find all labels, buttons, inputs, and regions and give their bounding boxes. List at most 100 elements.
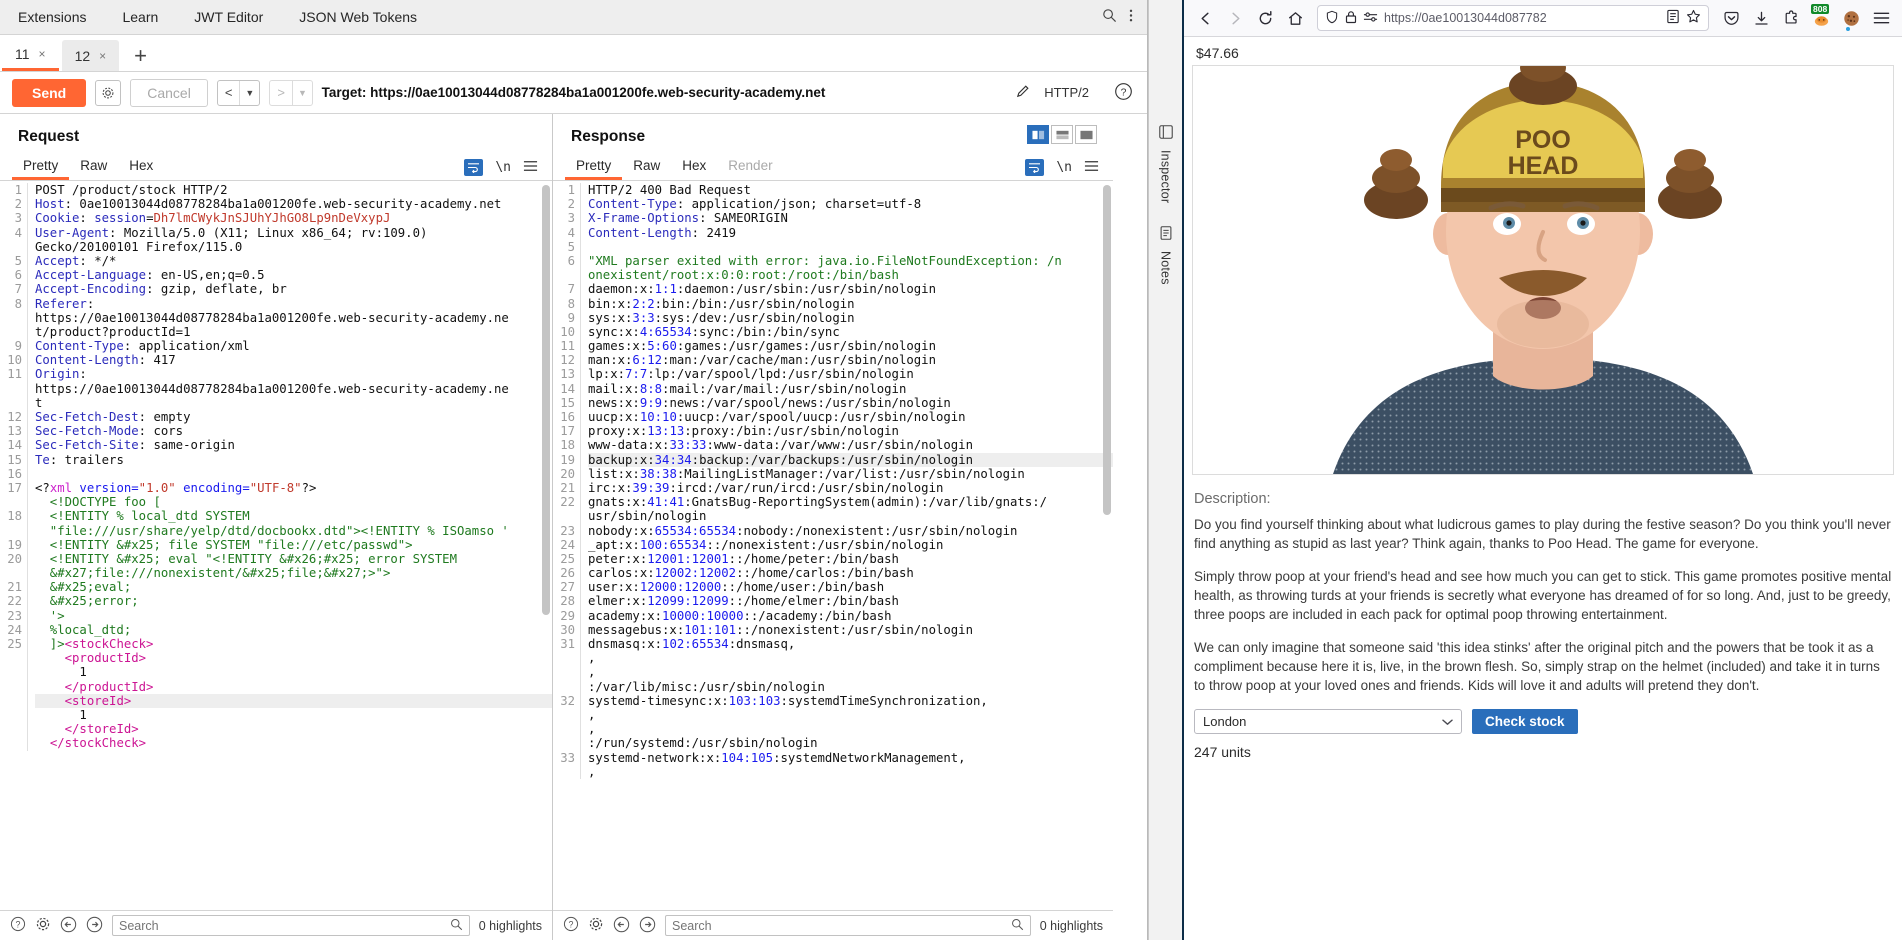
request-code-line[interactable]: 1	[35, 665, 552, 679]
response-code-line[interactable]: man:x:6:12:man:/var/cache/man:/usr/sbin/…	[588, 353, 1113, 367]
request-code-line[interactable]: <!ENTITY &#x25; file SYSTEM "file:///etc…	[35, 538, 552, 552]
response-scrollbar-thumb[interactable]	[1103, 185, 1111, 515]
menu-item-extensions[interactable]: Extensions	[0, 0, 104, 35]
response-code-line[interactable]: user:x:12000:12000::/home/user:/bin/bash	[588, 580, 1113, 594]
response-code-line[interactable]: ,	[588, 765, 1113, 779]
request-code-line[interactable]: &#x27;file:///nonexistent/&#x25;file;&#x…	[35, 566, 552, 580]
hamburger-menu-icon[interactable]	[1868, 5, 1894, 31]
request-code-line[interactable]: Host: 0ae10013044d08778284ba1a001200fe.w…	[35, 197, 552, 211]
request-code-line[interactable]: Cookie: session=Dh7lmCWykJnSJUhYJhGO8Lp9…	[35, 211, 552, 225]
response-code-line[interactable]: dnsmasq:x:102:65534:dnsmasq,	[588, 637, 1113, 651]
tab-request-pretty[interactable]: Pretty	[12, 154, 70, 180]
response-code-line[interactable]	[588, 240, 1113, 254]
lock-icon[interactable]	[1345, 10, 1357, 27]
response-code-line[interactable]: irc:x:39:39:ircd:/var/run/ircd:/usr/sbin…	[588, 481, 1113, 495]
request-code-line[interactable]: %local_dtd;	[35, 623, 552, 637]
search-icon[interactable]	[1102, 8, 1117, 26]
gear-icon[interactable]	[95, 79, 122, 106]
request-code-line[interactable]: &#x25;error;	[35, 594, 552, 608]
request-code-line[interactable]: 1	[35, 708, 552, 722]
cancel-button[interactable]: Cancel	[130, 78, 208, 107]
rail-item-inspector[interactable]: Inspector	[1158, 124, 1174, 203]
request-code-line[interactable]: </productId>	[35, 680, 552, 694]
rail-item-notes[interactable]: Notes	[1158, 225, 1174, 285]
close-icon[interactable]: ×	[39, 47, 46, 61]
response-code-line[interactable]: Content-Type: application/json; charset=…	[588, 197, 1113, 211]
request-code-view[interactable]: 1 2 3 4 5 6 7 8 9 10 11 12 13 14 15 16 17 18 19 20 21 22 23 24 2…	[0, 181, 552, 910]
response-code-line[interactable]: academy:x:10000:10000::/academy:/bin/bas…	[588, 609, 1113, 623]
response-code-line[interactable]: news:x:9:9:news:/var/spool/news:/usr/sbi…	[588, 396, 1113, 410]
request-code-line[interactable]: POST /product/stock HTTP/2	[35, 183, 552, 197]
search-back-icon[interactable]	[60, 916, 77, 936]
search-forward-icon[interactable]	[86, 916, 103, 936]
close-icon[interactable]: ×	[99, 49, 106, 63]
request-code-line[interactable]	[35, 467, 552, 481]
pencil-icon[interactable]	[1015, 83, 1032, 103]
response-code-line[interactable]: mail:x:8:8:mail:/var/mail:/usr/sbin/nolo…	[588, 382, 1113, 396]
back-arrow-icon[interactable]	[1192, 5, 1218, 31]
page-actions-icon[interactable]	[1363, 11, 1378, 26]
response-code-line[interactable]: list:x:38:38:MailingListManager:/var/lis…	[588, 467, 1113, 481]
response-code-line[interactable]: daemon:x:1:1:daemon:/usr/sbin:/usr/sbin/…	[588, 282, 1113, 296]
request-code-line[interactable]: https://0ae10013044d08778284ba1a001200fe…	[35, 382, 552, 396]
request-code-line[interactable]: Accept-Encoding: gzip, deflate, br	[35, 282, 552, 296]
request-code-line[interactable]: </storeId>	[35, 722, 552, 736]
response-code-line[interactable]: peter:x:12001:12001::/home/peter:/bin/ba…	[588, 552, 1113, 566]
response-code-line[interactable]: ,	[588, 708, 1113, 722]
response-code-line[interactable]: ,	[588, 722, 1113, 736]
request-search-box[interactable]	[112, 915, 470, 936]
response-code-line[interactable]: uucp:x:10:10:uucp:/var/spool/uucp:/usr/s…	[588, 410, 1113, 424]
tab-response-hex[interactable]: Hex	[671, 154, 717, 180]
menu-item-jwt-editor[interactable]: JWT Editor	[176, 0, 281, 35]
repeater-tab-12[interactable]: 12 ×	[61, 40, 120, 71]
pocket-icon[interactable]	[1718, 5, 1744, 31]
newline-icon[interactable]: \n	[1056, 160, 1072, 175]
request-search-input[interactable]	[119, 918, 450, 933]
chevron-down-icon[interactable]: ▼	[293, 88, 312, 98]
response-code-line[interactable]: sys:x:3:3:sys:/dev:/usr/sbin/nologin	[588, 311, 1113, 325]
download-icon[interactable]	[1748, 5, 1774, 31]
response-code-line[interactable]: www-data:x:33:33:www-data:/var/www:/usr/…	[588, 438, 1113, 452]
tab-request-hex[interactable]: Hex	[118, 154, 164, 180]
gear-icon[interactable]	[588, 916, 604, 935]
response-code-line[interactable]: systemd-timesync:x:103:103:systemdTimeSy…	[588, 694, 1113, 708]
response-search-input[interactable]	[672, 918, 1011, 933]
response-code-view[interactable]: 1 2 3 4 5 6 7 8 9 10 11 12 13 14 15 16 17 18 19 20 21 22 23 24 2…	[553, 181, 1113, 910]
response-code-line[interactable]: games:x:5:60:games:/usr/games:/usr/sbin/…	[588, 339, 1113, 353]
request-code-line[interactable]: Sec-Fetch-Site: same-origin	[35, 438, 552, 452]
tab-response-render[interactable]: Render	[717, 154, 783, 180]
request-code-line[interactable]: "file:///usr/share/yelp/dtd/docbookx.dtd…	[35, 524, 552, 538]
response-code-line[interactable]: proxy:x:13:13:proxy:/bin:/usr/sbin/nolog…	[588, 424, 1113, 438]
request-code-line[interactable]: Origin:	[35, 367, 552, 381]
response-search-box[interactable]	[665, 915, 1031, 936]
response-code-line[interactable]: sync:x:4:65534:sync:/bin:/bin/sync	[588, 325, 1113, 339]
request-code-line[interactable]: Accept: */*	[35, 254, 552, 268]
response-code-line[interactable]: onexistent/root:x:0:0:root:/root:/bin/ba…	[588, 268, 1113, 282]
search-back-icon[interactable]	[613, 916, 630, 936]
new-tab-button[interactable]: +	[122, 45, 159, 71]
wrap-icon[interactable]	[464, 158, 484, 176]
response-code-line[interactable]: systemd-network:x:104:105:systemdNetwork…	[588, 751, 1113, 765]
response-code-line[interactable]: "XML parser exited with error: java.io.F…	[588, 254, 1113, 268]
home-icon[interactable]	[1282, 5, 1308, 31]
gear-icon[interactable]	[35, 916, 51, 935]
response-code-line[interactable]: X-Frame-Options: SAMEORIGIN	[588, 211, 1113, 225]
star-icon[interactable]	[1686, 9, 1701, 27]
question-mark-icon[interactable]: ?	[1114, 82, 1133, 104]
question-mark-icon[interactable]: ?	[563, 916, 579, 935]
menu-item-json-web-tokens[interactable]: JSON Web Tokens	[281, 0, 435, 35]
cookie-editor-icon[interactable]	[1838, 5, 1864, 31]
request-code-line[interactable]: t	[35, 396, 552, 410]
request-code-line[interactable]: https://0ae10013044d08778284ba1a001200fe…	[35, 311, 552, 325]
search-forward-icon[interactable]	[639, 916, 656, 936]
reload-icon[interactable]	[1252, 5, 1278, 31]
question-mark-icon[interactable]: ?	[10, 916, 26, 935]
response-code-line[interactable]: ,	[588, 665, 1113, 679]
response-code-line[interactable]: messagebus:x:101:101::/nonexistent:/usr/…	[588, 623, 1113, 637]
request-code-line[interactable]: Referer:	[35, 297, 552, 311]
layout-split-vertical-icon[interactable]	[1027, 125, 1049, 144]
newline-icon[interactable]: \n	[495, 160, 511, 175]
request-code-line[interactable]: Content-Type: application/xml	[35, 339, 552, 353]
repeater-tab-11[interactable]: 11 ×	[2, 40, 59, 71]
request-code-line[interactable]: &#x25;eval;	[35, 580, 552, 594]
